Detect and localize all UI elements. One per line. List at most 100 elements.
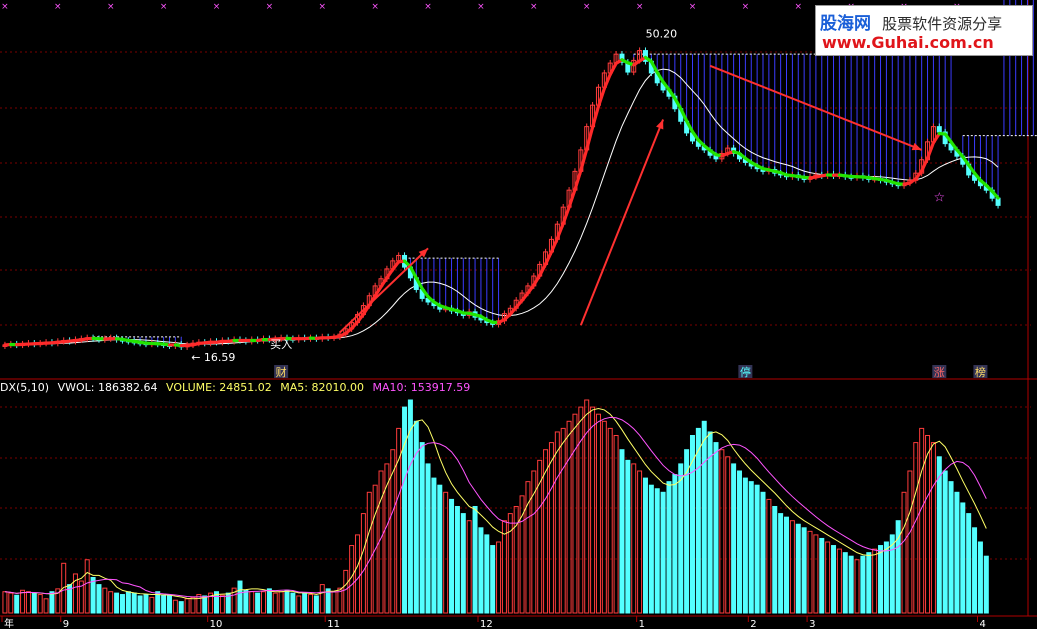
volume-bar — [425, 463, 431, 614]
volume-bar — [284, 589, 290, 614]
volume-bar — [460, 513, 466, 614]
x-tick-label: 9 — [63, 619, 69, 629]
volume-bar — [161, 594, 167, 614]
volume-bar — [936, 456, 942, 614]
volume-bar — [449, 498, 455, 614]
volume-label: VOLUME: — [166, 381, 216, 394]
volume-bar — [819, 537, 825, 614]
volume-bar — [131, 592, 137, 614]
volume-bar — [619, 449, 625, 614]
volume-bar — [895, 520, 901, 614]
watermark-url: www.Guhai.com.cn — [822, 33, 994, 52]
volume-bar — [889, 534, 895, 614]
star-marker: ☆ — [933, 190, 945, 205]
volume-bar — [760, 491, 766, 614]
volume-bar — [49, 591, 55, 614]
event-marker: × — [371, 2, 379, 12]
volume-bar — [266, 588, 272, 614]
event-marker: × — [1, 2, 9, 12]
x-tick-label: 4 — [979, 619, 985, 629]
volume-bar — [736, 470, 742, 614]
ma5-label: MA5: — [280, 381, 309, 394]
volume-bar — [878, 545, 884, 614]
volume-bar — [948, 481, 954, 614]
volume-bar — [866, 552, 872, 614]
volume-bar — [302, 592, 308, 614]
volume-bar — [707, 431, 713, 614]
x-tick-label: 1 — [639, 619, 645, 629]
watermark-subtitle: 股票软件资源分享 — [882, 15, 1003, 33]
volume-bar — [313, 595, 319, 614]
volume-bar — [119, 594, 125, 614]
ma10-label: MA10: — [372, 381, 408, 394]
volume-bar — [966, 513, 972, 614]
volume-bar — [431, 477, 437, 614]
volume-bar — [243, 589, 249, 614]
event-badge: 榜 — [975, 365, 986, 379]
volume-bar — [472, 506, 478, 614]
volume-bar — [660, 491, 666, 614]
event-marker: × — [530, 2, 538, 12]
x-tick-label: 3 — [809, 619, 815, 629]
event-badge: 停 — [740, 365, 751, 379]
volume-bar — [731, 463, 737, 614]
stock-chart: ×××××××××××××××××××50.20← 16.59买入☆财停涨榜年9… — [0, 0, 1037, 629]
volume-bar — [14, 594, 20, 614]
high-price-label: 50.20 — [646, 28, 678, 41]
event-marker: × — [424, 2, 432, 12]
volume-bar — [484, 534, 490, 614]
ma5-value: 82010.00 — [311, 381, 365, 394]
volume-bar — [413, 420, 419, 614]
volume-bar — [748, 481, 754, 614]
volume-bar — [883, 541, 889, 614]
watermark-logo: 股海网 股票软件资源分享 www.Guhai.com.cn — [815, 5, 1033, 56]
volume-bar — [490, 545, 496, 614]
low-price-label: ← 16.59 — [191, 351, 235, 364]
x-tick-label: 年 — [4, 617, 14, 629]
volume-bar — [972, 527, 978, 614]
volume-bar — [96, 584, 102, 614]
volume-bar — [143, 594, 149, 614]
volume-bar — [90, 577, 96, 614]
event-marker: × — [213, 2, 221, 12]
volume-bar — [178, 601, 184, 614]
volume-bar — [648, 484, 654, 614]
x-tick-label: 10 — [210, 619, 223, 629]
event-marker: × — [742, 2, 750, 12]
event-marker: × — [636, 2, 644, 12]
candle-body — [936, 126, 942, 133]
volume-bar — [114, 592, 120, 614]
volume-bar — [125, 591, 131, 614]
volume-bar — [695, 427, 701, 614]
volume-bar — [290, 592, 296, 614]
volume-bar — [237, 580, 243, 614]
volume-bar — [742, 477, 748, 614]
volume-bar — [202, 595, 208, 614]
event-badge: 财 — [276, 365, 287, 379]
vwol-label: VWOL: — [57, 381, 95, 394]
volume-value: 24851.02 — [219, 381, 272, 394]
volume-bar — [842, 552, 848, 614]
volume-bar — [772, 506, 778, 614]
event-marker: × — [318, 2, 326, 12]
volume-bar — [654, 488, 660, 614]
volume-bar — [31, 592, 37, 614]
event-marker: × — [160, 2, 168, 12]
volume-bar — [419, 442, 425, 614]
volume-bar — [778, 513, 784, 614]
volume-bar — [795, 523, 801, 614]
event-marker: × — [54, 2, 62, 12]
indicator-name[interactable]: DX(5,10) — [0, 381, 49, 394]
volume-bar — [942, 470, 948, 614]
indicator-bar: DX(5,10) VWOL: 186382.64 VOLUME: 24851.0… — [0, 381, 470, 394]
x-tick-label: 11 — [327, 619, 340, 629]
volume-bar — [672, 474, 678, 614]
volume-bar — [255, 592, 261, 614]
volume-bar — [437, 484, 443, 614]
event-marker: × — [266, 2, 274, 12]
volume-bar — [454, 506, 460, 614]
volume-bar — [713, 442, 719, 614]
watermark-brand: 股海网 — [820, 14, 871, 34]
volume-bar — [801, 527, 807, 614]
vwol-value: 186382.64 — [98, 381, 158, 394]
